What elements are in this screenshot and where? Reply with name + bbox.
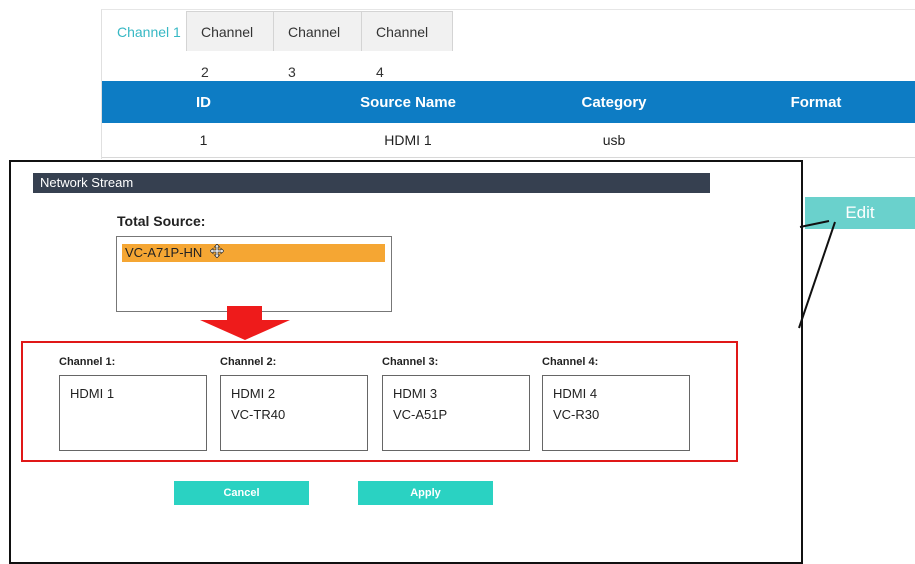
list-item[interactable]: VC-R30 — [553, 404, 689, 425]
edit-button[interactable]: Edit — [805, 197, 915, 229]
cell-source-name: HDMI 1 — [384, 132, 432, 148]
total-source-label: Total Source: — [117, 213, 206, 229]
header-category: Category — [581, 93, 647, 111]
tab-channel-1[interactable]: Channel 1 — [102, 11, 187, 51]
dialog-header: Network Stream — [33, 173, 710, 193]
list-item[interactable]: HDMI 4 — [553, 383, 689, 404]
channel-3-list[interactable]: HDMI 3 VC-A51P — [382, 375, 530, 451]
cell-category: usb — [602, 132, 626, 148]
channel-4-list[interactable]: HDMI 4 VC-R30 — [542, 375, 690, 451]
channel-3-label: Channel 3: — [382, 356, 439, 368]
channel-2-label: Channel 2: — [220, 356, 277, 368]
list-item[interactable]: HDMI 3 — [393, 383, 529, 404]
dialog-title: Network Stream — [40, 175, 134, 190]
down-arrow-icon — [199, 306, 291, 345]
list-item[interactable]: HDMI 2 — [231, 383, 367, 404]
header-format: Format — [790, 93, 842, 111]
source-item-label: VC-A71P-HN — [125, 245, 203, 260]
header-id: ID — [196, 93, 211, 111]
apply-button[interactable]: Apply — [358, 481, 493, 505]
channel-1-label: Channel 1: — [59, 356, 116, 368]
total-source-list[interactable]: VC-A71P-HN — [116, 236, 392, 312]
move-cursor-icon — [209, 243, 225, 263]
list-item[interactable]: VC-A51P — [393, 404, 529, 425]
channel-tabs: Channel 1 Channel 2 Channel 3 Channel 4 — [102, 11, 453, 80]
channel-4-label: Channel 4: — [542, 356, 599, 368]
tab-channel-2[interactable]: Channel 2 — [186, 11, 274, 80]
channel-1-list[interactable]: HDMI 1 — [59, 375, 207, 451]
table-row[interactable]: 1 HDMI 1 usb — [102, 123, 915, 158]
header-source-name: Source Name — [360, 93, 456, 111]
list-item[interactable]: VC-TR40 — [231, 404, 367, 425]
tab-channel-4[interactable]: Channel 4 — [361, 11, 453, 80]
cancel-button[interactable]: Cancel — [174, 481, 309, 505]
tab-channel-3[interactable]: Channel 3 — [273, 11, 362, 80]
source-table-header: ID Source Name Category Format — [102, 81, 915, 123]
channel-2-list[interactable]: HDMI 2 VC-TR40 — [220, 375, 368, 451]
cell-format — [717, 123, 915, 157]
source-item-vc-a71p-hn[interactable]: VC-A71P-HN — [122, 243, 385, 263]
list-item[interactable]: HDMI 1 — [70, 383, 206, 404]
cell-id: 1 — [199, 132, 208, 148]
